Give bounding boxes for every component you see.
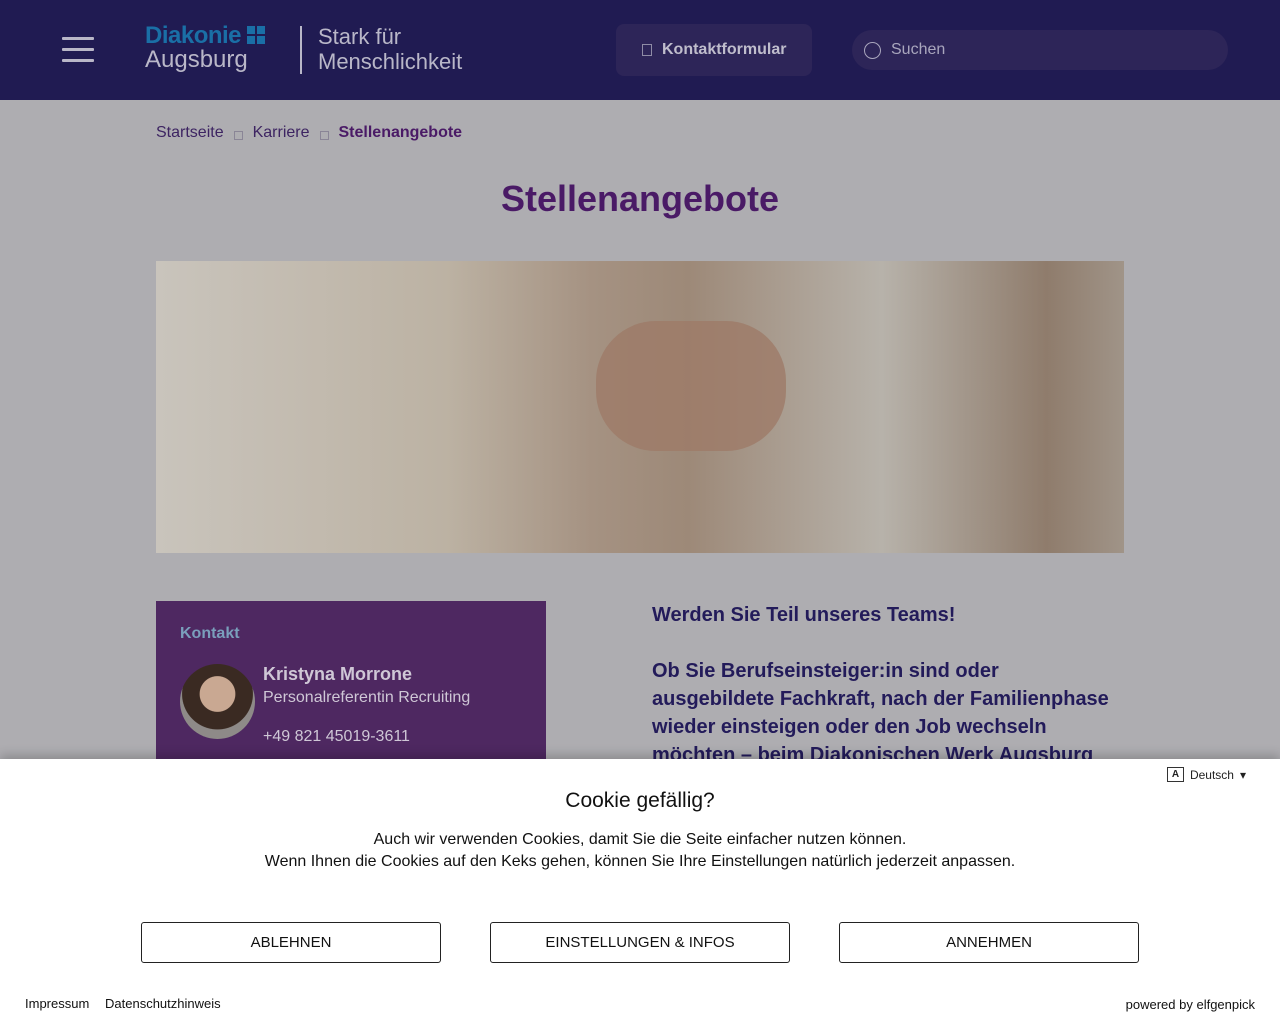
breadcrumb-home[interactable]: Startseite xyxy=(156,124,224,142)
cookie-banner: A Deutsch ▾ Cookie gefällig? Auch wir verw… xyxy=(0,759,1280,1024)
cookie-text: Auch wir verwenden Cookies, damit Sie di… xyxy=(0,829,1280,873)
language-label: Deutsch xyxy=(1189,767,1234,782)
intro-headline: Werden Sie Teil unseres Teams! xyxy=(652,604,956,626)
separator-icon xyxy=(319,131,329,140)
contact-card: Kontakt Kristyna Morrone Personalreferen… xyxy=(156,601,546,771)
contact-name: Kristyna Morrone xyxy=(263,664,413,684)
language-select[interactable]: A Deutsch ▾ xyxy=(1166,767,1246,782)
impressum-link[interactable]: Impressum xyxy=(25,996,89,1011)
contact-phone[interactable]: +49 821 45019-3611 xyxy=(263,728,410,746)
handshake-shape xyxy=(596,321,786,451)
separator-icon xyxy=(233,131,243,140)
tagline: Stark für Menschlichkeit xyxy=(318,24,462,74)
logo-brand: Diakonie xyxy=(145,22,242,49)
decline-button[interactable]: ABLEHNEN xyxy=(141,922,441,963)
cookie-text-line: Auch wir verwenden Cookies, damit Sie di… xyxy=(373,831,907,848)
mail-icon xyxy=(642,44,652,56)
site-header: Diakonie Augsburg Stark für Menschlichkei… xyxy=(0,0,1280,100)
breadcrumb: Startseite Karriere Stellenangebote xyxy=(156,124,462,142)
intro-paragraph: Ob Sie Berufseinsteiger:in sind oder aus… xyxy=(652,660,1109,766)
powered-by-link[interactable]: powered by elfgenpick xyxy=(1126,997,1255,1012)
diakonie-cross-icon xyxy=(247,26,266,44)
page-title: Stellenangebote xyxy=(500,178,780,219)
translate-icon: A xyxy=(1166,767,1184,782)
contact-form-label: Kontaktformular xyxy=(662,41,787,58)
intro-text: Werden Sie Teil unseres Teams! Ob Sie Be… xyxy=(652,601,1122,769)
avatar xyxy=(180,664,255,739)
cookie-text-line: Wenn Ihnen die Cookies auf den Keks gehe… xyxy=(264,853,1016,870)
divider xyxy=(300,26,302,74)
tagline-line: Stark für xyxy=(318,24,402,49)
logo-city: Augsburg xyxy=(145,46,248,73)
search-placeholder: Suchen xyxy=(891,41,946,58)
caret-down-icon: ▾ xyxy=(1239,767,1246,782)
contact-heading: Kontakt xyxy=(180,625,240,642)
contact-form-button[interactable]: Kontaktformular xyxy=(616,24,812,76)
logo[interactable]: Diakonie Augsburg xyxy=(145,22,266,74)
cookie-title: Cookie gefällig? xyxy=(565,789,715,812)
breadcrumb-karriere[interactable]: Karriere xyxy=(253,124,310,142)
contact-role: Personalreferentin Recruiting xyxy=(263,689,471,706)
tagline-line: Menschlichkeit xyxy=(318,49,463,74)
menu-icon[interactable] xyxy=(62,37,94,63)
accept-button[interactable]: ANNEHMEN xyxy=(839,922,1139,963)
hero-image-handshake xyxy=(156,261,1124,553)
search-icon xyxy=(864,41,881,59)
breadcrumb-current: Stellenangebote xyxy=(338,124,463,141)
privacy-link[interactable]: Datenschutzhinweis xyxy=(105,996,221,1011)
search-input[interactable]: Suchen xyxy=(852,30,1228,70)
settings-button[interactable]: EINSTELLUNGEN & INFOS xyxy=(490,922,790,963)
